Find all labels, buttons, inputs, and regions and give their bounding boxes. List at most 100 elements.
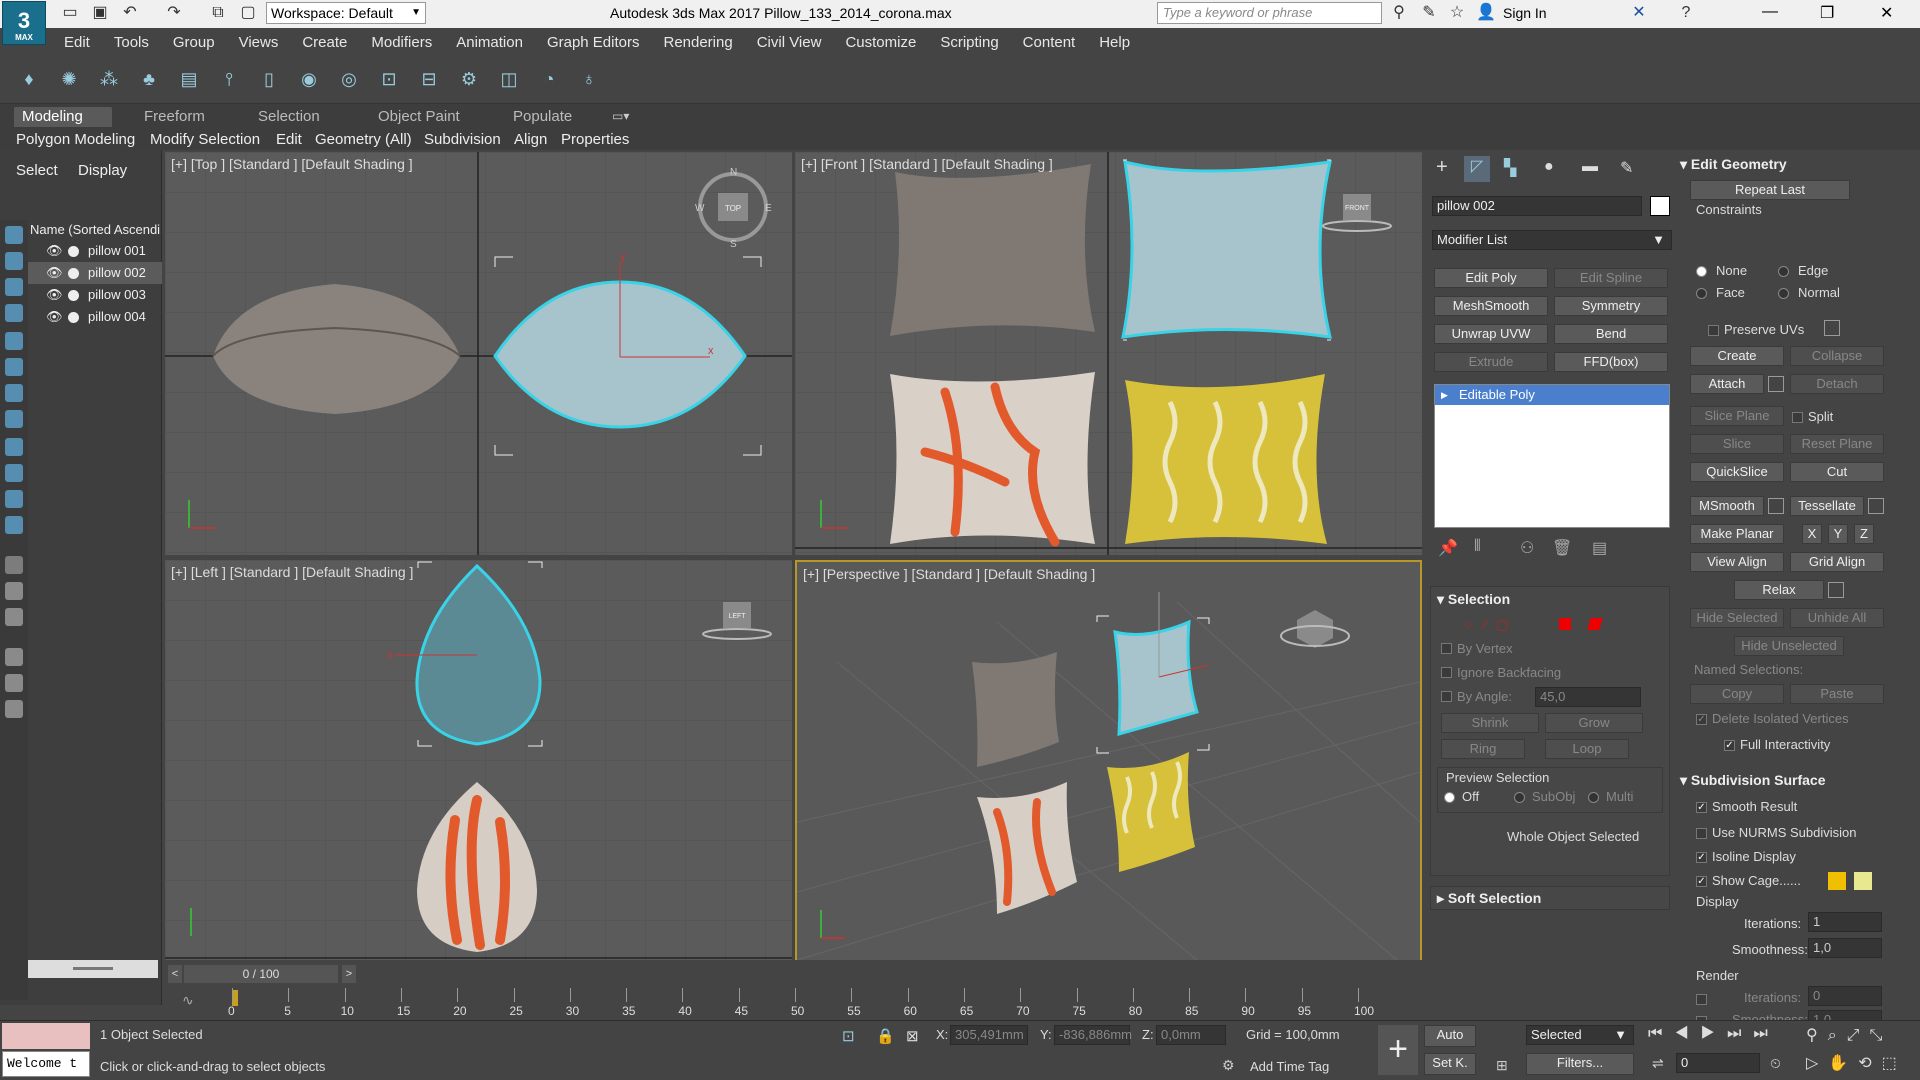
minimize-button[interactable]: — [1762,3,1778,21]
planar-z-button[interactable]: Z [1854,524,1874,544]
exchange-icon[interactable]: ✕ [1628,2,1650,24]
edit-geometry-title[interactable]: ▾ Edit Geometry [1680,154,1787,174]
ribbon-modify-selection[interactable]: Modify Selection [150,130,260,150]
sign-in-button[interactable]: Sign In [1503,5,1547,21]
ribbon-properties[interactable]: Properties [561,130,629,150]
bulb-icon[interactable]: ♁ [576,66,602,92]
selection-set-dropdown[interactable]: Selected ▼ [1526,1025,1634,1045]
list-item[interactable]: 👁 pillow 004 [28,306,162,328]
menu-views[interactable]: Views [239,34,279,51]
time-next-arrow[interactable]: > [342,965,356,983]
time-config-icon[interactable]: ⏲ [1770,1055,1781,1072]
display-dependencies-icon[interactable] [5,608,23,626]
ribbon-polygon-modeling[interactable]: Polygon Modeling [16,130,135,150]
eye-icon[interactable]: 👁 [46,284,63,306]
grow-button[interactable]: Grow [1545,713,1643,733]
object-color-swatch[interactable] [1650,196,1670,216]
filter-helpers-icon[interactable] [5,332,23,350]
list-item[interactable]: 👁 pillow 001 [28,240,162,262]
key-mode-icon[interactable]: ⇌ [1652,1055,1664,1072]
by-vertex-checkbox[interactable] [1441,643,1452,654]
restore-button[interactable]: ❐ [1820,3,1834,23]
tab-freeform[interactable]: Freeform [136,107,213,127]
select-none-icon[interactable] [5,674,23,692]
filters-button[interactable]: Filters... [1526,1053,1634,1075]
angle-spinner[interactable]: 45,0 [1535,687,1641,707]
ribbon-edit[interactable]: Edit [276,130,302,150]
preview-multi-radio[interactable] [1588,792,1599,803]
eye-icon[interactable]: 👁 [46,306,63,328]
menu-civil-view[interactable]: Civil View [757,34,822,51]
edit-spline-button[interactable]: Edit Spline [1554,268,1668,288]
viewport-left[interactable]: x LEFT [+] [Left ] [Standard ] [Default … [165,560,792,962]
cage-color-2-swatch[interactable] [1854,872,1872,890]
time-tag-icon[interactable]: ⚙ [1222,1057,1235,1074]
preserve-uvs-checkbox[interactable] [1708,325,1719,336]
help-icon[interactable]: ? [1675,2,1697,24]
list-item[interactable]: 👁 pillow 002 [28,262,162,284]
frame-icon[interactable]: ⊡ [376,66,402,92]
tab-selection[interactable]: Selection [250,107,328,127]
object-name-field[interactable]: pillow 002 [1432,196,1642,216]
eye-icon[interactable]: 👁 [46,262,63,284]
filter-spacewarps-icon[interactable] [5,358,23,376]
split-checkbox[interactable] [1792,412,1803,423]
display-influences-icon[interactable] [5,582,23,600]
binoculars-icon[interactable]: ⚲ [1388,2,1410,24]
modify-tab-icon[interactable]: ◸ [1464,156,1490,182]
loop-button[interactable]: Loop [1545,739,1629,759]
app-logo[interactable]: 3 MAX [2,1,46,45]
tab-populate[interactable]: Populate [505,107,580,127]
menu-group[interactable]: Group [173,34,215,51]
object-dot-icon[interactable] [68,312,79,323]
close-button[interactable]: ✕ [1880,3,1893,23]
render-iterations-spinner[interactable]: 0 [1808,986,1882,1006]
eye-icon[interactable]: 👁 [46,240,63,262]
hierarchy-tab-icon[interactable]: ▚ [1504,158,1516,178]
modifier-list-dropdown[interactable]: Modifier List ▼ [1432,230,1672,250]
msmooth-settings-icon[interactable] [1768,498,1784,514]
isolate-selection-icon[interactable]: ⊡ [842,1027,855,1045]
tessellate-settings-icon[interactable] [1868,498,1884,514]
menu-animation[interactable]: Animation [456,34,523,51]
tree-icon[interactable]: ♣ [136,66,162,92]
detach-button[interactable]: Detach [1790,374,1884,394]
maxscript-mini-listener[interactable]: Welcome t [2,1051,90,1077]
scene-tab-select[interactable]: Select [16,162,58,179]
y-coordinate-field[interactable]: -836,886mm [1054,1025,1132,1045]
tab-modeling[interactable]: Modeling [14,107,112,127]
object-dot-icon[interactable] [68,268,79,279]
show-end-result-icon[interactable]: ⫴ [1474,538,1481,556]
scene-column-header[interactable]: Name (Sorted Ascendi [28,220,162,240]
camera-target-icon[interactable]: ◉ [296,66,322,92]
filter-hidden-icon[interactable] [5,516,23,534]
key-filters-icon[interactable]: ⊞ [1496,1057,1508,1074]
playback-controls[interactable]: ⏮◀▶⏭⏭ [1648,1025,1780,1043]
reset-plane-button[interactable]: Reset Plane [1790,434,1884,454]
ribbon-options-icon[interactable]: ▭▾ [612,109,629,123]
constraint-none-radio[interactable] [1696,266,1707,277]
table-icon[interactable]: ▤ [176,66,202,92]
menu-create[interactable]: Create [302,34,347,51]
time-slider[interactable]: 0 / 100 [184,965,338,983]
ignore-backfacing-checkbox[interactable] [1441,667,1452,678]
view-align-button[interactable]: View Align [1690,552,1784,572]
preview-off-radio[interactable] [1444,792,1455,803]
selection-rollout-title[interactable]: ▾ Selection [1437,589,1510,609]
subobject-icons[interactable]: ⁘⁄▢ [1463,617,1518,633]
relax-button[interactable]: Relax [1734,580,1824,600]
ribbon-align[interactable]: Align [514,130,547,150]
quickslice-button[interactable]: QuickSlice [1690,462,1784,482]
paste-button[interactable]: Paste [1790,684,1884,704]
msmooth-button[interactable]: MSmooth [1690,496,1764,516]
viewport-top[interactable]: y x TOP N S W E [+] [Top ] [Standard ] [… [165,152,792,555]
edit-poly-button[interactable]: Edit Poly [1434,268,1548,288]
meshsmooth-button[interactable]: MeshSmooth [1434,296,1548,316]
search-input[interactable]: Type a keyword or phrase [1157,2,1382,24]
current-frame-field[interactable]: 0 [1676,1053,1760,1073]
planar-y-button[interactable]: Y [1828,524,1848,544]
redo-icon[interactable]: ↷ [163,2,185,24]
figure-icon[interactable]: ⫯ [216,66,242,92]
render-setup-icon[interactable]: ⊟ [416,66,442,92]
render-iterations-checkbox[interactable] [1696,994,1707,1005]
